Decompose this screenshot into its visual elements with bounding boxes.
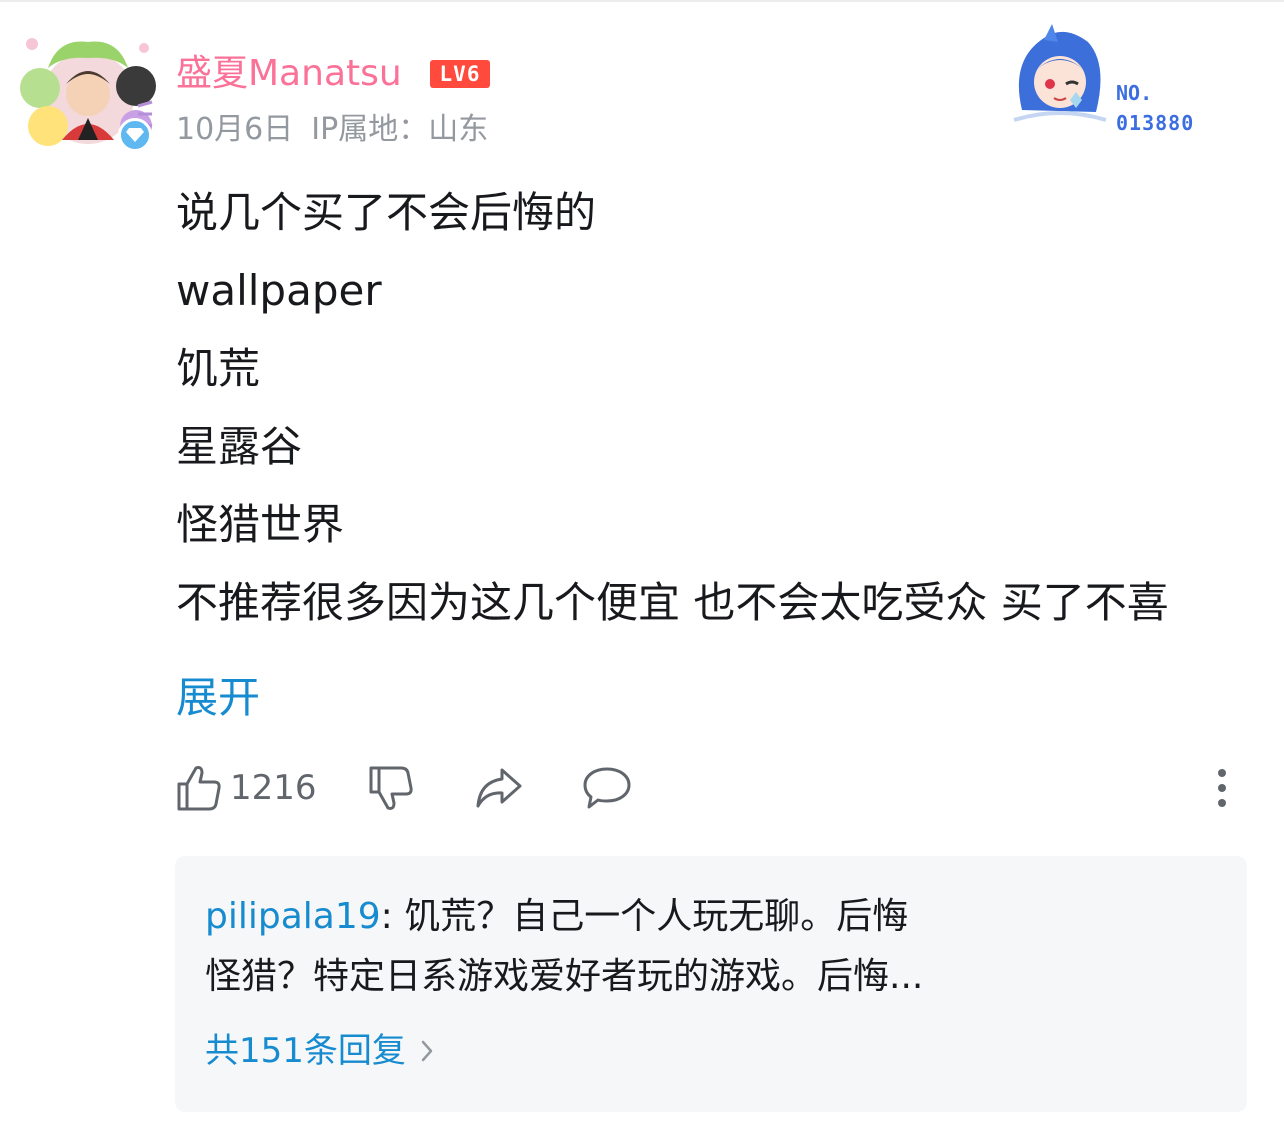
comment-date: 10月6日 bbox=[176, 112, 294, 147]
reply-count-label: 共151条回复 bbox=[205, 1031, 406, 1071]
fan-badge-card[interactable]: NO. 013880 bbox=[1004, 20, 1244, 135]
comment-line: 星露谷 bbox=[176, 422, 303, 471]
comment-content: 说几个买了不会后悔的 wallpaper 饥荒 星露谷 怪猎世界 不推荐很多因为… bbox=[176, 174, 1256, 642]
thumbs-up-icon bbox=[177, 766, 221, 811]
dislike-button[interactable] bbox=[368, 760, 414, 816]
comment-line: wallpaper bbox=[176, 266, 382, 315]
thumbs-down-icon bbox=[369, 766, 413, 810]
comment-line: 怪猎世界 bbox=[176, 500, 345, 549]
reply-button[interactable] bbox=[582, 760, 632, 816]
comment-line: 饥荒 bbox=[176, 344, 261, 393]
username[interactable]: 盛夏Manatsu bbox=[176, 52, 402, 96]
fan-badge-label: NO. bbox=[1116, 81, 1153, 105]
reply-preview-line: 怪猎？特定日系游戏爱好者玩的游戏。后悔... bbox=[205, 956, 924, 997]
vertical-dots-icon bbox=[1210, 769, 1234, 807]
user-avatar[interactable] bbox=[18, 28, 158, 152]
like-button[interactable]: 1216 bbox=[176, 760, 317, 816]
fan-badge-character-art bbox=[1013, 24, 1107, 122]
chevron-right-icon bbox=[421, 1040, 433, 1062]
fan-badge-number: 013880 bbox=[1116, 111, 1195, 135]
chat-bubble-icon bbox=[583, 767, 631, 809]
reply-username[interactable]: pilipala19 bbox=[205, 896, 381, 937]
more-options-button[interactable] bbox=[1210, 764, 1234, 812]
comment-line: 说几个买了不会后悔的 bbox=[176, 188, 597, 237]
comment-line: 不推荐很多因为这几个便宜 也不会太吃受众 买了不喜 bbox=[176, 578, 1169, 627]
share-arrow-icon bbox=[476, 768, 522, 808]
like-count: 1216 bbox=[230, 768, 317, 808]
comment-actions: 1216 bbox=[176, 760, 1256, 816]
reply-text: : 饥荒？自己一个人玩无聊。后悔 bbox=[380, 896, 909, 937]
comment-meta: 10月6日 IP属地：山东 bbox=[176, 110, 488, 150]
reply-preview-line: pilipala19: 饥荒？自己一个人玩无聊。后悔 bbox=[205, 892, 908, 942]
ip-location: IP属地：山东 bbox=[311, 112, 489, 147]
expand-link[interactable]: 展开 bbox=[176, 668, 260, 728]
top-divider bbox=[0, 0, 1284, 2]
verified-diamond-icon bbox=[118, 118, 152, 152]
share-button[interactable] bbox=[474, 760, 524, 816]
replies-preview[interactable]: pilipala19: 饥荒？自己一个人玩无聊。后悔 怪猎？特定日系游戏爱好者玩… bbox=[175, 856, 1247, 1112]
level-badge: LV6 bbox=[430, 60, 490, 88]
view-all-replies-link[interactable]: 共151条回复 bbox=[205, 1028, 434, 1074]
